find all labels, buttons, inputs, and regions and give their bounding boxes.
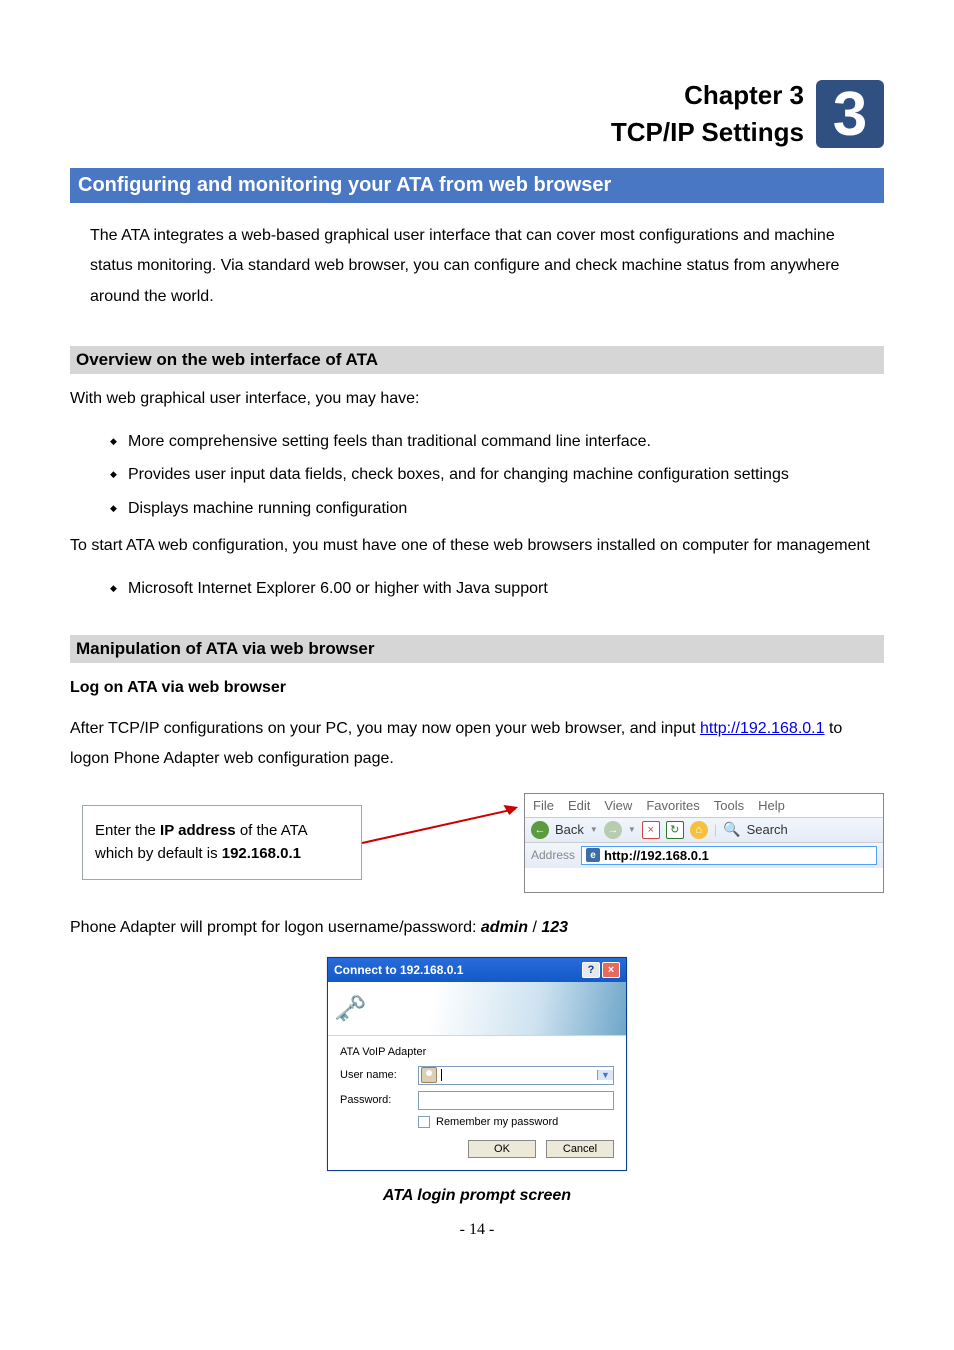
callout-arrow bbox=[362, 793, 524, 893]
list-item: Provides user input data fields, check b… bbox=[110, 462, 884, 488]
chapter-label: Chapter 3 bbox=[611, 80, 804, 111]
back-button[interactable]: Back bbox=[555, 822, 584, 837]
overview-para2: To start ATA web configuration, you must… bbox=[70, 531, 884, 561]
ip-address-link[interactable]: http://192.168.0.1 bbox=[700, 720, 825, 737]
menu-edit[interactable]: Edit bbox=[568, 798, 590, 813]
password-label: Password: bbox=[340, 1094, 410, 1106]
home-icon[interactable]: ⌂ bbox=[690, 821, 708, 839]
figure-caption: ATA login prompt screen bbox=[70, 1187, 884, 1205]
dropdown-icon[interactable]: ▼ bbox=[597, 1070, 613, 1080]
overview-intro: With web graphical user interface, you m… bbox=[70, 384, 884, 414]
list-item: Displays machine running configuration bbox=[110, 496, 884, 522]
back-icon[interactable]: ← bbox=[531, 821, 549, 839]
forward-icon[interactable]: → bbox=[604, 821, 622, 839]
manipulation-paragraph: After TCP/IP configurations on your PC, … bbox=[70, 714, 884, 775]
list-item: Microsoft Internet Explorer 6.00 or high… bbox=[110, 576, 884, 602]
credentials-paragraph: Phone Adapter will prompt for logon user… bbox=[70, 913, 884, 943]
help-button-icon[interactable]: ? bbox=[582, 962, 600, 978]
refresh-icon[interactable]: ↻ bbox=[666, 821, 684, 839]
stop-icon[interactable]: × bbox=[642, 821, 660, 839]
menu-view[interactable]: View bbox=[604, 798, 632, 813]
chapter-title: TCP/IP Settings bbox=[611, 117, 804, 148]
keys-icon: 🗝️ bbox=[334, 993, 366, 1024]
password-input[interactable] bbox=[418, 1091, 614, 1110]
login-dialog: Connect to 192.168.0.1 ? × 🗝️ ATA VoIP A… bbox=[327, 957, 627, 1171]
address-label: Address bbox=[531, 848, 575, 862]
callout-box: Enter the IP address of the ATA which by… bbox=[82, 805, 362, 880]
search-icon[interactable]: 🔍 bbox=[723, 821, 740, 838]
user-icon bbox=[421, 1067, 437, 1083]
intro-paragraph: The ATA integrates a web-based graphical… bbox=[90, 221, 864, 312]
back-dropdown-icon[interactable]: ▼ bbox=[590, 825, 598, 834]
search-button[interactable]: Search bbox=[747, 822, 788, 837]
close-button-icon[interactable]: × bbox=[602, 962, 620, 978]
remember-label: Remember my password bbox=[436, 1116, 558, 1128]
menu-favorites[interactable]: Favorites bbox=[646, 798, 699, 813]
menu-help[interactable]: Help bbox=[758, 798, 785, 813]
username-label: User name: bbox=[340, 1069, 410, 1081]
section-heading: Configuring and monitoring your ATA from… bbox=[70, 168, 884, 203]
manipulation-subtitle: Log on ATA via web browser bbox=[70, 673, 884, 703]
page-number: - 14 - bbox=[70, 1221, 884, 1239]
list-item: More comprehensive setting feels than tr… bbox=[110, 429, 884, 455]
ie-page-icon: e bbox=[586, 848, 600, 862]
menu-file[interactable]: File bbox=[533, 798, 554, 813]
server-name: ATA VoIP Adapter bbox=[340, 1046, 614, 1058]
subsection-heading-manipulation: Manipulation of ATA via web browser bbox=[70, 635, 884, 663]
forward-dropdown-icon[interactable]: ▼ bbox=[628, 825, 636, 834]
menu-tools[interactable]: Tools bbox=[714, 798, 744, 813]
subsection-heading-overview: Overview on the web interface of ATA bbox=[70, 346, 884, 374]
remember-checkbox[interactable] bbox=[418, 1116, 430, 1128]
cancel-button[interactable]: Cancel bbox=[546, 1140, 614, 1158]
ok-button[interactable]: OK bbox=[468, 1140, 536, 1158]
dialog-title: Connect to 192.168.0.1 bbox=[334, 963, 463, 977]
chapter-number-badge: 3 bbox=[816, 80, 884, 148]
username-input[interactable]: ▼ bbox=[418, 1066, 614, 1085]
browser-window: File Edit View Favorites Tools Help ← Ba… bbox=[524, 793, 884, 893]
address-input[interactable]: e http://192.168.0.1 bbox=[581, 846, 877, 865]
